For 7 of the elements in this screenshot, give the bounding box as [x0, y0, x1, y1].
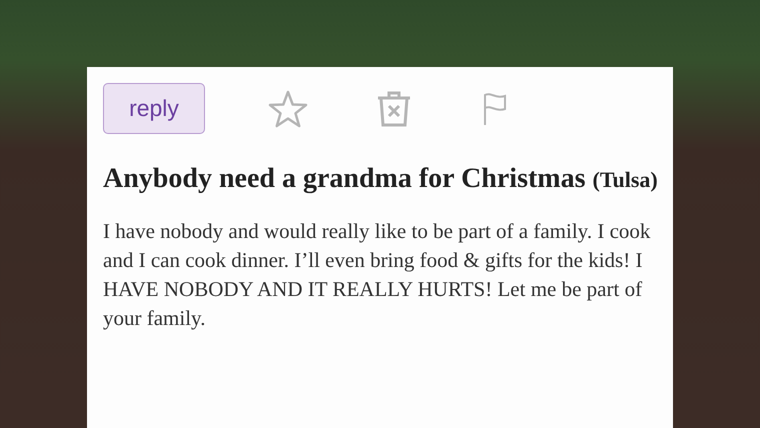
post-body: I have nobody and would really like to be part of a family. I cook and I can cook dinner. I’ll even bring food & gifts for the kids! I HAVE NOBODY AND IT REALLY HURTS! Let me be part of your family.: [103, 218, 652, 332]
trash-icon[interactable]: [376, 90, 412, 128]
flag-icon[interactable]: [482, 92, 508, 126]
reply-button[interactable]: reply: [103, 83, 205, 134]
star-icon[interactable]: [268, 90, 308, 128]
post-title: Anybody need a grandma for Christmas: [103, 163, 586, 194]
post-location: (Tulsa): [592, 167, 658, 192]
